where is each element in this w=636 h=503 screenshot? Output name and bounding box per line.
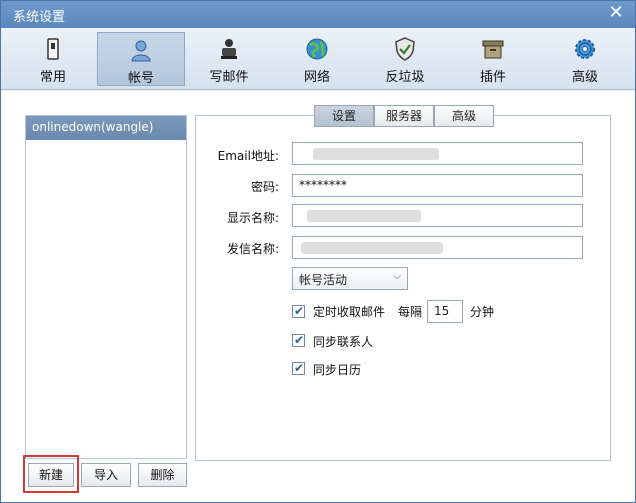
settings-window: 系统设置 ✕ 常用 帐号 写邮件 网络 反垃圾 插件 高级 onlinedown… <box>0 0 636 503</box>
sync-calendar-label: 同步日历 <box>313 363 362 377</box>
globe-icon <box>306 38 328 60</box>
tab-account-label: 帐号 <box>127 71 154 86</box>
close-icon[interactable]: ✕ <box>607 4 625 22</box>
shield-icon <box>395 37 415 61</box>
account-list: onlinedown(wangle) <box>25 115 187 459</box>
tab-network-label: 网络 <box>303 70 330 85</box>
delete-button[interactable]: 删除 <box>138 463 187 487</box>
tab-plugins-label: 插件 <box>479 70 506 85</box>
tab-advanced-sub[interactable]: 高级 <box>434 105 494 127</box>
tab-account[interactable]: 帐号 <box>97 32 185 86</box>
display-name-label: 显示名称: <box>226 211 279 225</box>
checkmark-icon: ✔ <box>294 304 305 318</box>
tab-plugins[interactable]: 插件 <box>449 32 537 86</box>
email-field[interactable] <box>292 142 583 165</box>
blurred-value <box>301 242 443 254</box>
timer-label: 定时收取邮件 <box>313 305 386 319</box>
tab-network[interactable]: 网络 <box>273 32 361 86</box>
tab-advanced-label: 高级 <box>571 70 598 85</box>
toolbar: 常用 帐号 写邮件 网络 反垃圾 插件 高级 <box>1 28 635 90</box>
blurred-value <box>313 148 439 160</box>
interval-input[interactable]: 15 <box>427 300 463 323</box>
window-title: 系统设置 <box>13 10 66 25</box>
stamp-icon <box>221 39 237 59</box>
user-icon <box>131 40 151 62</box>
tab-general[interactable]: 常用 <box>9 32 97 86</box>
password-label: 密码: <box>250 180 279 194</box>
tab-server[interactable]: 服务器 <box>374 105 434 127</box>
tab-compose[interactable]: 写邮件 <box>185 32 273 86</box>
sync-calendar-checkbox[interactable]: ✔ <box>292 361 305 375</box>
tab-settings[interactable]: 设置 <box>314 105 374 127</box>
interval-unit: 分钟 <box>470 305 495 319</box>
checkmark-icon: ✔ <box>294 333 305 347</box>
list-item[interactable]: onlinedown(wangle) <box>26 116 186 140</box>
tab-advanced[interactable]: 高级 <box>541 32 629 86</box>
tab-general-label: 常用 <box>39 70 66 85</box>
title-bar: 系统设置 ✕ <box>1 1 635 28</box>
sender-name-field[interactable] <box>292 236 583 259</box>
gear-icon <box>575 39 595 59</box>
highlight-frame <box>23 455 79 493</box>
phone-icon <box>47 38 59 60</box>
tab-antispam-label: 反垃圾 <box>385 70 425 85</box>
blurred-value <box>307 210 421 222</box>
password-field[interactable]: ******** <box>292 174 583 197</box>
tab-compose-label: 写邮件 <box>209 70 249 85</box>
email-label: Email地址: <box>217 149 279 163</box>
import-button[interactable]: 导入 <box>81 463 131 487</box>
interval-prefix: 每隔 <box>398 305 423 319</box>
account-status-select[interactable]: 帐号活动 ⌵ <box>292 267 408 290</box>
chevron-down-icon: ⌵ <box>393 271 401 282</box>
sender-name-label: 发信名称: <box>226 242 279 256</box>
sync-contacts-label: 同步联系人 <box>313 335 374 349</box>
display-name-field[interactable] <box>292 204 583 227</box>
checkmark-icon: ✔ <box>294 361 305 375</box>
select-value: 帐号活动 <box>299 273 348 287</box>
sync-contacts-checkbox[interactable]: ✔ <box>292 333 305 347</box>
tab-antispam[interactable]: 反垃圾 <box>361 32 449 86</box>
timer-checkbox[interactable]: ✔ <box>292 304 305 318</box>
box-icon <box>482 40 504 59</box>
